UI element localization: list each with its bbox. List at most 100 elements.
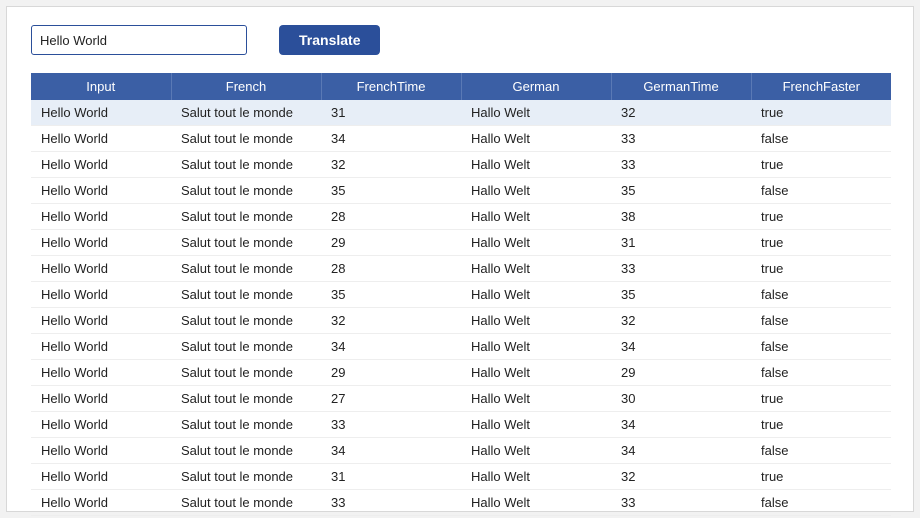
results-table: Input French FrenchTime German GermanTim… xyxy=(31,73,891,516)
cell-input: Hello World xyxy=(31,438,171,464)
cell-input: Hello World xyxy=(31,100,171,126)
header-germantime[interactable]: GermanTime xyxy=(611,73,751,100)
cell-german: Hallo Welt xyxy=(461,256,611,282)
cell-germantime: 32 xyxy=(611,464,751,490)
cell-germantime: 33 xyxy=(611,152,751,178)
cell-frenchfaster: true xyxy=(751,256,891,282)
cell-frenchtime: 33 xyxy=(321,412,461,438)
cell-german: Hallo Welt xyxy=(461,152,611,178)
table-row[interactable]: Hello WorldSalut tout le monde28Hallo We… xyxy=(31,256,891,282)
cell-german: Hallo Welt xyxy=(461,334,611,360)
cell-frenchfaster: false xyxy=(751,334,891,360)
cell-german: Hallo Welt xyxy=(461,308,611,334)
cell-german: Hallo Welt xyxy=(461,490,611,516)
cell-input: Hello World xyxy=(31,256,171,282)
cell-german: Hallo Welt xyxy=(461,412,611,438)
cell-french: Salut tout le monde xyxy=(171,256,321,282)
table-row[interactable]: Hello WorldSalut tout le monde35Hallo We… xyxy=(31,178,891,204)
cell-frenchtime: 35 xyxy=(321,178,461,204)
cell-frenchfaster: true xyxy=(751,100,891,126)
cell-frenchfaster: false xyxy=(751,438,891,464)
table-row[interactable]: Hello WorldSalut tout le monde34Hallo We… xyxy=(31,126,891,152)
cell-french: Salut tout le monde xyxy=(171,152,321,178)
cell-frenchfaster: false xyxy=(751,308,891,334)
table-row[interactable]: Hello WorldSalut tout le monde32Hallo We… xyxy=(31,152,891,178)
cell-germantime: 35 xyxy=(611,178,751,204)
cell-frenchtime: 34 xyxy=(321,126,461,152)
cell-frenchtime: 35 xyxy=(321,282,461,308)
cell-french: Salut tout le monde xyxy=(171,282,321,308)
table-row[interactable]: Hello WorldSalut tout le monde29Hallo We… xyxy=(31,360,891,386)
table-row[interactable]: Hello WorldSalut tout le monde28Hallo We… xyxy=(31,204,891,230)
cell-french: Salut tout le monde xyxy=(171,204,321,230)
cell-frenchfaster: true xyxy=(751,152,891,178)
cell-frenchtime: 27 xyxy=(321,386,461,412)
table-row[interactable]: Hello WorldSalut tout le monde33Hallo We… xyxy=(31,490,891,516)
header-french[interactable]: French xyxy=(171,73,321,100)
cell-germantime: 32 xyxy=(611,100,751,126)
cell-input: Hello World xyxy=(31,334,171,360)
cell-frenchtime: 33 xyxy=(321,490,461,516)
table-row[interactable]: Hello WorldSalut tout le monde31Hallo We… xyxy=(31,100,891,126)
cell-german: Hallo Welt xyxy=(461,386,611,412)
cell-frenchtime: 34 xyxy=(321,438,461,464)
cell-frenchtime: 29 xyxy=(321,360,461,386)
cell-frenchfaster: false xyxy=(751,282,891,308)
cell-germantime: 32 xyxy=(611,308,751,334)
toolbar: Translate xyxy=(31,25,889,55)
table-row[interactable]: Hello WorldSalut tout le monde27Hallo We… xyxy=(31,386,891,412)
cell-input: Hello World xyxy=(31,360,171,386)
table-row[interactable]: Hello WorldSalut tout le monde32Hallo We… xyxy=(31,308,891,334)
cell-germantime: 38 xyxy=(611,204,751,230)
cell-frenchfaster: false xyxy=(751,178,891,204)
cell-germantime: 35 xyxy=(611,282,751,308)
cell-germantime: 30 xyxy=(611,386,751,412)
cell-germantime: 34 xyxy=(611,412,751,438)
table-row[interactable]: Hello WorldSalut tout le monde33Hallo We… xyxy=(31,412,891,438)
cell-french: Salut tout le monde xyxy=(171,464,321,490)
table-header-row: Input French FrenchTime German GermanTim… xyxy=(31,73,891,100)
cell-french: Salut tout le monde xyxy=(171,230,321,256)
cell-french: Salut tout le monde xyxy=(171,360,321,386)
cell-input: Hello World xyxy=(31,126,171,152)
cell-frenchtime: 34 xyxy=(321,334,461,360)
source-text-input[interactable] xyxy=(31,25,247,55)
cell-input: Hello World xyxy=(31,412,171,438)
cell-frenchtime: 32 xyxy=(321,152,461,178)
cell-germantime: 29 xyxy=(611,360,751,386)
cell-frenchfaster: true xyxy=(751,412,891,438)
cell-frenchtime: 31 xyxy=(321,100,461,126)
cell-input: Hello World xyxy=(31,464,171,490)
cell-german: Hallo Welt xyxy=(461,178,611,204)
table-row[interactable]: Hello WorldSalut tout le monde34Hallo We… xyxy=(31,438,891,464)
cell-frenchfaster: true xyxy=(751,204,891,230)
cell-french: Salut tout le monde xyxy=(171,100,321,126)
app-frame: Translate Input French FrenchTime German… xyxy=(6,6,914,512)
cell-german: Hallo Welt xyxy=(461,126,611,152)
cell-input: Hello World xyxy=(31,178,171,204)
cell-input: Hello World xyxy=(31,152,171,178)
cell-frenchtime: 31 xyxy=(321,464,461,490)
header-german[interactable]: German xyxy=(461,73,611,100)
header-frenchtime[interactable]: FrenchTime xyxy=(321,73,461,100)
cell-input: Hello World xyxy=(31,282,171,308)
header-frenchfaster[interactable]: FrenchFaster xyxy=(751,73,891,100)
cell-german: Hallo Welt xyxy=(461,282,611,308)
cell-frenchfaster: false xyxy=(751,490,891,516)
translate-button[interactable]: Translate xyxy=(279,25,380,55)
cell-frenchfaster: true xyxy=(751,230,891,256)
cell-french: Salut tout le monde xyxy=(171,386,321,412)
cell-french: Salut tout le monde xyxy=(171,126,321,152)
cell-frenchtime: 29 xyxy=(321,230,461,256)
cell-input: Hello World xyxy=(31,204,171,230)
header-input[interactable]: Input xyxy=(31,73,171,100)
table-row[interactable]: Hello WorldSalut tout le monde35Hallo We… xyxy=(31,282,891,308)
table-row[interactable]: Hello WorldSalut tout le monde29Hallo We… xyxy=(31,230,891,256)
cell-germantime: 33 xyxy=(611,256,751,282)
cell-frenchfaster: false xyxy=(751,126,891,152)
cell-input: Hello World xyxy=(31,386,171,412)
cell-french: Salut tout le monde xyxy=(171,334,321,360)
table-row[interactable]: Hello WorldSalut tout le monde31Hallo We… xyxy=(31,464,891,490)
cell-input: Hello World xyxy=(31,308,171,334)
table-row[interactable]: Hello WorldSalut tout le monde34Hallo We… xyxy=(31,334,891,360)
